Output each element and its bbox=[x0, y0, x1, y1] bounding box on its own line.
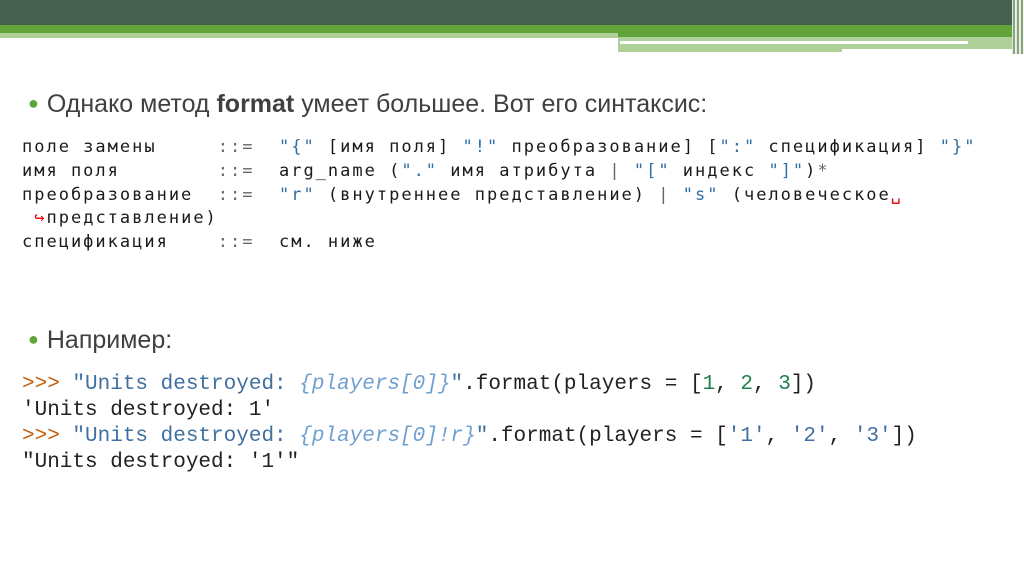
code-line-input: >>> "Units destroyed: {players[0]}".form… bbox=[22, 373, 817, 396]
bullet-icon: ● bbox=[28, 329, 39, 349]
code-line-input: >>> "Units destroyed: {players[0]!r}".fo… bbox=[22, 425, 917, 448]
bullet-text: Однако метод bbox=[46, 90, 217, 118]
grammar-line: преобразование ::= "r" (внутреннее предс… bbox=[22, 184, 904, 205]
grammar-block: поле замены ::= "{" [имя поля] "!" преоб… bbox=[22, 136, 976, 255]
header-decorative-stripes bbox=[1012, 0, 1024, 54]
bullet-text: Например: bbox=[46, 326, 173, 354]
grammar-line: ↪представление) bbox=[34, 208, 218, 229]
example-code-block: >>> "Units destroyed: {players[0]}".form… bbox=[22, 372, 917, 476]
bullet-text-end: умеет большее. Вот его синтаксис: bbox=[294, 90, 708, 118]
grammar-line: имя поля ::= arg_name ("." имя атрибута … bbox=[22, 160, 830, 181]
header-white-line bbox=[620, 41, 968, 44]
grammar-line: спецификация ::= см. ниже bbox=[22, 232, 377, 253]
bullet-example: ● Например: bbox=[28, 326, 172, 355]
code-line-output: 'Units destroyed: 1' bbox=[22, 399, 275, 422]
header-light-stripe bbox=[0, 33, 618, 38]
wrap-space-icon: ␣ bbox=[890, 184, 904, 205]
grammar-line: поле замены ::= "{" [имя поля] "!" преоб… bbox=[22, 137, 977, 157]
header-white-cut bbox=[842, 49, 1022, 54]
header-band bbox=[0, 0, 1024, 25]
bullet-bold: format bbox=[216, 90, 295, 118]
code-line-output: "Units destroyed: '1'" bbox=[22, 451, 300, 474]
bullet-syntax: ● Однако метод format умеет большее. Вот … bbox=[28, 90, 707, 119]
wrap-arrow-icon: ↪ bbox=[34, 208, 47, 229]
bullet-icon: ● bbox=[28, 93, 39, 113]
